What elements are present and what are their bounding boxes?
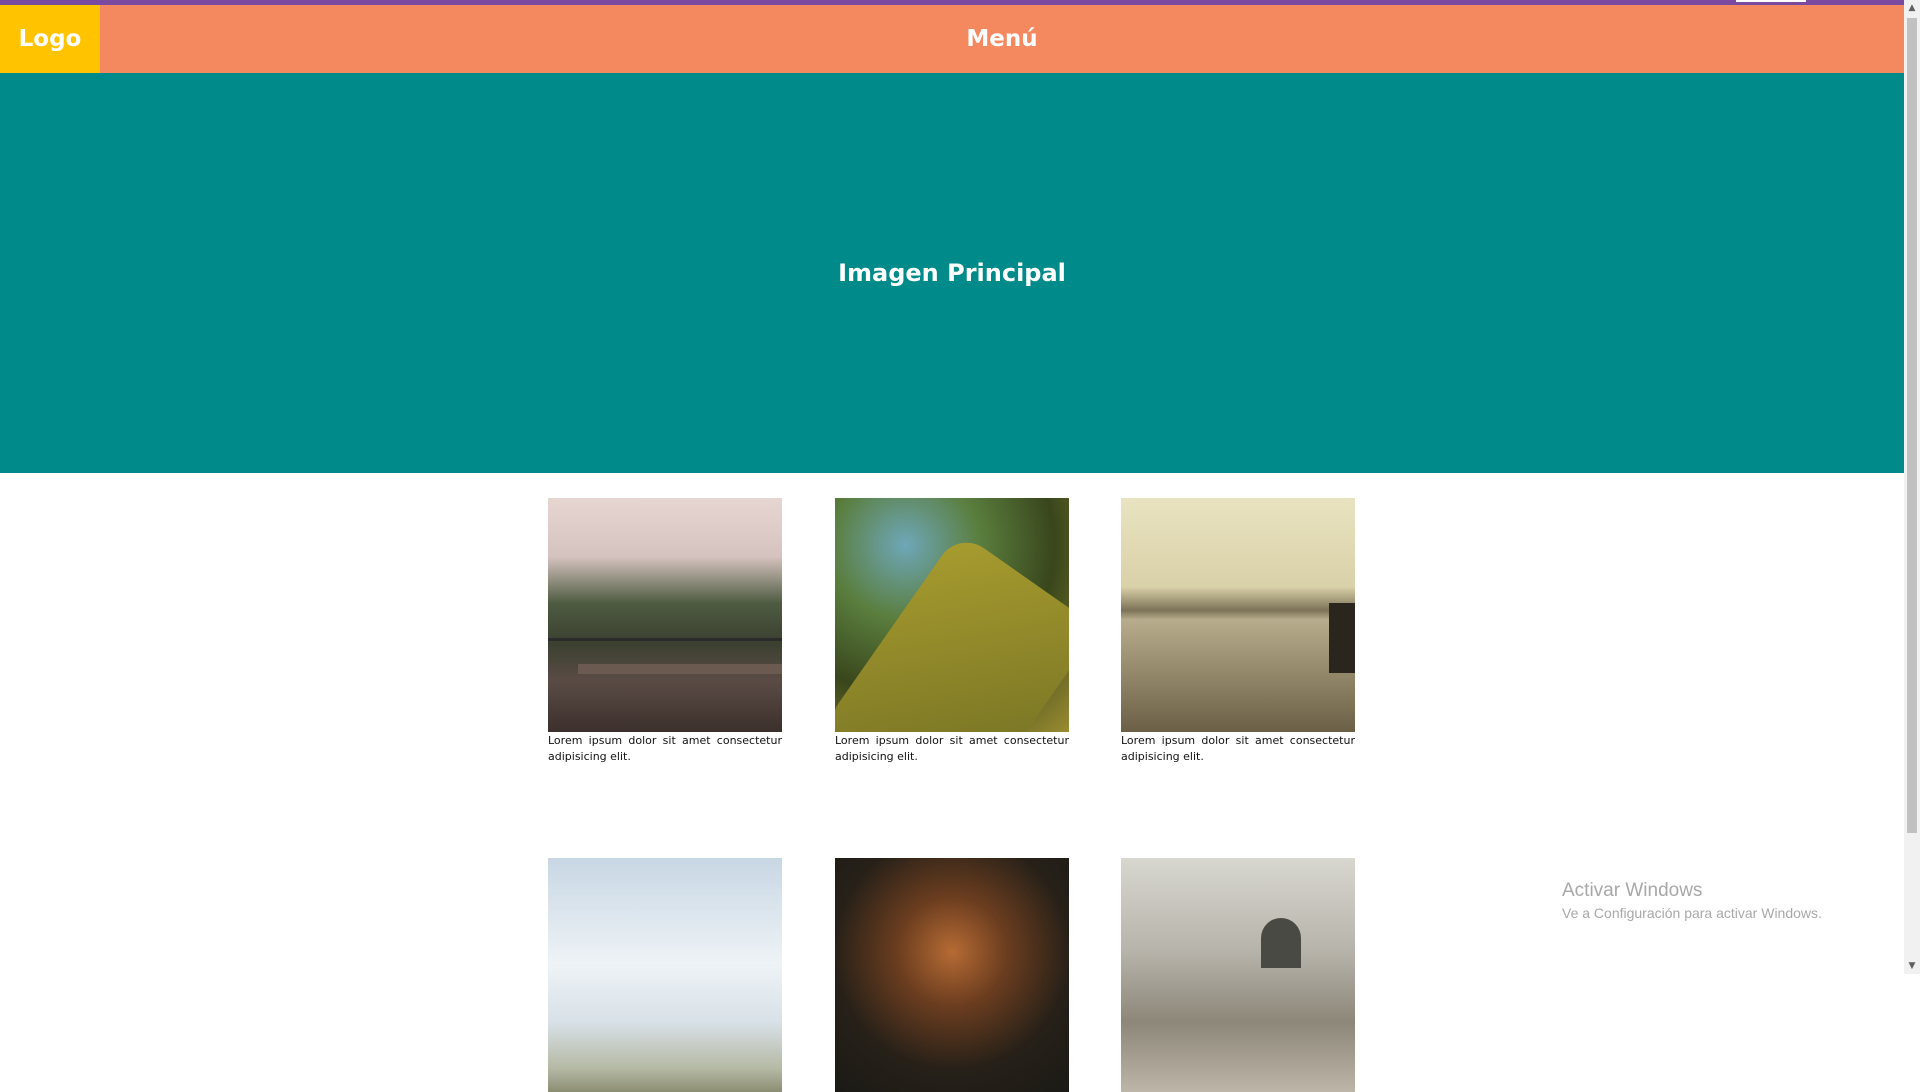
- dome: [1261, 918, 1301, 968]
- watermark-subtitle: Ve a Configuración para activar Windows.: [1562, 905, 1822, 921]
- hero-title: Imagen Principal: [838, 259, 1066, 287]
- logo[interactable]: Logo: [0, 5, 100, 73]
- windows-activation-watermark: Activar Windows Ve a Configuración para …: [1562, 880, 1822, 921]
- scroll-down-icon[interactable]: ▼: [1904, 958, 1920, 974]
- bench: [578, 664, 782, 674]
- gallery-card[interactable]: [548, 858, 782, 1092]
- watermark-title: Activar Windows: [1562, 880, 1703, 901]
- gallery-card[interactable]: Lorem ipsum dolor sit amet consectetur a…: [835, 498, 1069, 765]
- mossy-tree-trunk-image: [835, 498, 1069, 732]
- scrollbar-thumb[interactable]: [1907, 18, 1917, 833]
- river-city-ship-image: [1121, 498, 1355, 732]
- gallery-caption: Lorem ipsum dolor sit amet consectetur a…: [835, 734, 1069, 763]
- vertical-scrollbar[interactable]: ▲ ▼: [1904, 0, 1920, 974]
- gallery-card[interactable]: Lorem ipsum dolor sit amet consectetur a…: [548, 498, 782, 765]
- gallery-card[interactable]: Lorem ipsum dolor sit amet consectetur a…: [1121, 498, 1355, 765]
- tree-trunk: [835, 530, 1069, 732]
- gallery-caption: Lorem ipsum dolor sit amet consectetur a…: [1121, 734, 1355, 763]
- cathedral-dome-image: [1121, 858, 1355, 1092]
- ship: [1329, 603, 1355, 673]
- menu-button[interactable]: Menú: [100, 5, 1904, 73]
- gallery-card[interactable]: [1121, 858, 1355, 1092]
- railing: [548, 638, 782, 641]
- scroll-up-icon[interactable]: ▲: [1904, 0, 1920, 16]
- field-sky-image: [548, 858, 782, 1092]
- gallery-caption: Lorem ipsum dolor sit amet consectetur a…: [548, 734, 782, 763]
- foggy-forest-bench-image: [548, 498, 782, 732]
- tiger-cub-image: [835, 858, 1069, 1092]
- gallery-card[interactable]: [835, 858, 1069, 1092]
- hero-banner: Imagen Principal: [0, 73, 1904, 473]
- site-header: Logo Menú: [0, 5, 1904, 73]
- browser-tab-indicator: [1736, 0, 1806, 2]
